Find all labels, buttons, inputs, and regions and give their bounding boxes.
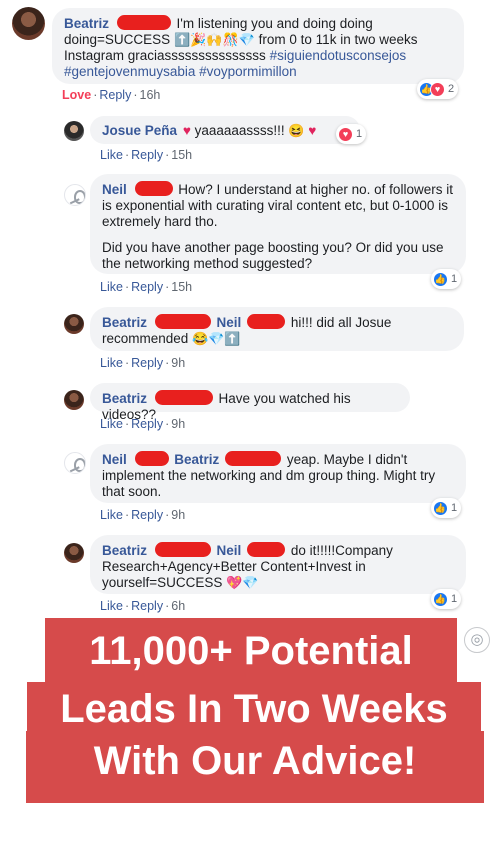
timestamp[interactable]: 16h [140,88,161,102]
comment-author[interactable]: Beatriz [102,391,147,406]
reaction-summary[interactable]: 👍 1 [431,269,462,289]
comment-bubble: Beatriz I'm listening you and doing doin… [52,8,464,84]
reaction-summary[interactable]: 👍 1 [431,589,462,609]
emoji-icons: 😂💎⬆️ [192,331,241,346]
avatar[interactable] [64,121,84,141]
redaction-mark [134,181,173,196]
banner-line-2: Leads In Two Weeks [27,682,481,737]
reaction-summary[interactable]: ♥ 1 [336,124,367,144]
user-mention[interactable]: Neil [217,543,242,558]
redaction-mark [225,451,282,466]
comment-text: Instagram graciasssssssssssssss [64,48,266,63]
comment-author[interactable]: Beatriz [102,543,147,558]
reply-button[interactable]: Reply [131,280,163,294]
banner-line-3: With Our Advice! [26,731,484,803]
reply-button[interactable]: Reply [131,148,163,162]
emoji-icons: 😆 [288,123,309,138]
avatar[interactable] [64,452,86,474]
like-icon: 👍 [433,500,448,516]
like-button[interactable]: Like [100,599,123,613]
timestamp[interactable]: 15h [171,148,192,162]
timestamp[interactable]: 9h [171,417,185,431]
love-button[interactable]: Love [62,88,91,102]
comment-actions: Like · Reply · 6h [100,599,186,613]
like-icon: 👍 [433,271,448,287]
comment-actions: Like · Reply · 9h [100,508,186,522]
comment-text: doing=SUCCESS [64,32,171,47]
like-button[interactable]: Like [100,356,123,370]
redaction-mark [154,542,211,557]
timestamp[interactable]: 9h [171,508,185,522]
heart-emoji: ♥ [182,123,191,138]
comment-actions: Like · Reply · 9h [100,417,186,431]
reply-button[interactable]: Reply [131,599,163,613]
avatar[interactable] [64,543,84,563]
comment-text: Did you have another page boosting you? … [102,240,444,271]
like-button[interactable]: Like [100,417,123,431]
hashtag-link[interactable]: #gentejovenmuysabia #voypormimillon [64,64,297,79]
comment-bubble: Beatriz Neil hi!!! did all Josue recomme… [90,307,464,351]
redaction-mark [154,314,211,329]
reaction-count: 1 [451,273,458,285]
reaction-count: 2 [448,83,455,95]
reply-button[interactable]: Reply [131,508,163,522]
timestamp[interactable]: 9h [171,356,185,370]
comment-actions: Like · Reply · 15h [100,148,193,162]
emoji-icons: 💖💎 [226,575,259,590]
redaction-mark [154,390,213,405]
camera-icon[interactable]: ◎ [464,627,490,653]
comment-text: from 0 to 11k in two weeks [258,32,418,47]
like-button[interactable]: Like [100,508,123,522]
reply-button[interactable]: Reply [131,417,163,431]
comment-thread: Beatriz I'm listening you and doing doin… [0,0,500,660]
user-mention[interactable]: Neil [217,315,242,330]
timestamp[interactable]: 15h [171,280,192,294]
reaction-summary[interactable]: 👍 1 [431,498,462,518]
comment-author[interactable]: Beatriz [102,315,147,330]
comment-bubble: Neil How? I understand at higher no. of … [90,174,466,274]
comment-actions: Like · Reply · 9h [100,356,186,370]
redaction-mark [247,542,286,557]
reply-button[interactable]: Reply [99,88,131,102]
comment-author[interactable]: Beatriz [64,16,109,31]
like-button[interactable]: Like [100,148,123,162]
comment-author[interactable]: Neil [102,182,127,197]
reaction-summary[interactable]: 👍 ♥ 2 [417,79,459,99]
timestamp[interactable]: 6h [171,599,185,613]
comment-bubble: Neil Beatriz yeap. Maybe I didn't implem… [90,444,466,503]
comment-bubble: Josue Peña ♥ yaaaaaassss!!! 😆 ♥ [90,116,360,144]
redaction-mark [116,15,171,30]
redaction-mark [247,314,286,329]
like-icon: 👍 [433,591,448,607]
hashtag-link[interactable]: #siguiendotusconsejos [270,48,407,63]
reply-button[interactable]: Reply [131,356,163,370]
redaction-mark [134,451,169,466]
comment-text: I'm listening you and doing doing [176,16,373,31]
banner-line-1: 11,000+ Potential [45,618,457,685]
avatar[interactable] [12,7,45,40]
avatar[interactable] [64,314,84,334]
love-icon: ♥ [430,81,445,97]
comment-author[interactable]: Josue Peña [102,123,177,138]
user-mention[interactable]: Beatriz [174,452,219,467]
comment-author[interactable]: Neil [102,452,127,467]
comment-actions: Love · Reply · 16h [62,88,161,102]
heart-emoji: ♥ [308,123,317,138]
comment-text: yaaaaaassss!!! [194,123,285,138]
love-icon: ♥ [338,126,353,142]
reaction-count: 1 [356,128,363,140]
comment-actions: Like · Reply · 15h [100,280,193,294]
like-button[interactable]: Like [100,280,123,294]
comment-bubble: Beatriz Have you watched his videos?? [90,383,410,422]
reaction-count: 1 [451,593,458,605]
avatar[interactable] [64,184,86,206]
emoji-icons: ⬆️🎉🙌🎊💎 [173,32,255,47]
reaction-count: 1 [451,502,458,514]
comment-bubble: Beatriz Neil do it!!!!!Company Research+… [90,535,466,594]
avatar[interactable] [64,390,84,410]
